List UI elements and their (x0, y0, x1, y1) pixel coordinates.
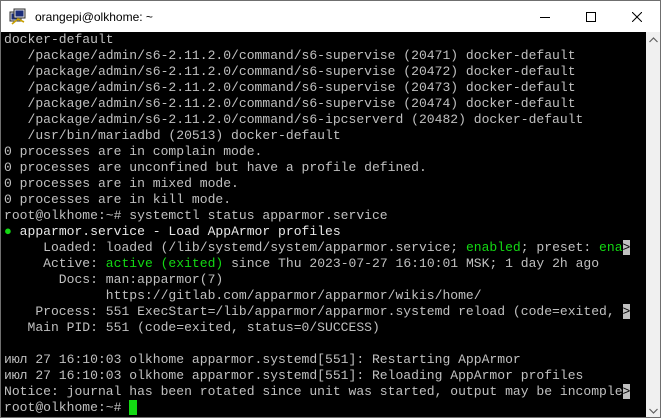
terminal-line: Active: active (exited) since Thu 2023-0… (4, 256, 630, 272)
terminal-text: июл 27 16:10:03 olkhome apparmor.systemd… (4, 368, 584, 383)
terminal-line: /package/admin/s6-2.11.2.0/command/s6-su… (4, 48, 630, 64)
terminal-text: /package/admin/s6-2.11.2.0/command/s6-ip… (4, 112, 584, 127)
terminal-text: 0 processes are unconfined but have a pr… (4, 160, 427, 175)
terminal-line: https://gitlab.com/apparmor/apparmor/wik… (4, 288, 630, 304)
terminal-window: orangepi@olkhome: ~ docker-default /pack… (0, 0, 661, 418)
terminal-text: 0 processes are in mixed mode. (4, 176, 239, 191)
terminal-text: Main PID: 551 (code=exited, status=0/SUC… (4, 320, 380, 335)
terminal-line: root@olkhome:~# (4, 400, 630, 416)
vertical-scrollbar[interactable] (646, 32, 660, 417)
scroll-up-button[interactable] (646, 32, 660, 47)
terminal-text: root@olkhome:~# systemctl status apparmo… (4, 208, 388, 223)
maximize-icon (586, 11, 596, 22)
terminal-text: Notice: journal has been rotated since u… (4, 384, 623, 399)
terminal-line: Docs: man:apparmor(7) (4, 272, 630, 288)
terminal-line: Process: 551 ExecStart=/lib/apparmor/app… (4, 304, 630, 320)
terminal-text: since Thu 2023-07-27 16:10:01 MSK; 1 day… (223, 256, 600, 271)
terminal-text: docker-default (4, 32, 114, 47)
terminal-text: 0 processes are in kill mode. (4, 192, 232, 207)
terminal-line: 0 processes are in complain mode. (4, 144, 630, 160)
terminal-line: Notice: journal has been rotated since u… (4, 384, 630, 400)
terminal-line: 0 processes are unconfined but have a pr… (4, 160, 630, 176)
terminal-text: /package/admin/s6-2.11.2.0/command/s6-su… (4, 64, 576, 79)
terminal-text: apparmor.service - Load AppArmor profile… (11, 224, 341, 239)
close-button[interactable] (614, 1, 660, 32)
terminal-text: Active: (4, 256, 106, 271)
terminal-text: active (exited) (105, 256, 224, 271)
terminal-text: Docs: man:apparmor(7) (4, 272, 224, 287)
terminal-text: Loaded: loaded (/lib/systemd/system/appa… (4, 240, 466, 255)
terminal-line: /package/admin/s6-2.11.2.0/command/s6-su… (4, 80, 630, 96)
terminal-output[interactable]: docker-default /package/admin/s6-2.11.2.… (1, 32, 646, 417)
minimize-button[interactable] (522, 1, 568, 32)
title-bar[interactable]: orangepi@olkhome: ~ (1, 1, 660, 32)
line-truncation-marker: > (622, 240, 631, 255)
terminal-line: июл 27 16:10:03 olkhome apparmor.systemd… (4, 352, 630, 368)
terminal-text: ; preset: (520, 240, 600, 255)
terminal-line: июл 27 16:10:03 olkhome apparmor.systemd… (4, 368, 630, 384)
terminal-line: /package/admin/s6-2.11.2.0/command/s6-su… (4, 96, 630, 112)
terminal-line: root@olkhome:~# systemctl status apparmo… (4, 208, 630, 224)
terminal-text: ● (4, 224, 12, 239)
terminal-line: Main PID: 551 (code=exited, status=0/SUC… (4, 320, 630, 336)
scroll-down-button[interactable] (646, 403, 660, 417)
terminal-text: root@olkhome:~# (4, 400, 130, 415)
line-truncation-marker: > (622, 384, 631, 399)
terminal-lines: docker-default /package/admin/s6-2.11.2.… (4, 32, 630, 416)
terminal-text: enabled (465, 240, 521, 255)
terminal-text: https://gitlab.com/apparmor/apparmor/wik… (4, 288, 482, 303)
line-truncation-marker: > (622, 304, 631, 319)
terminal-line: ● apparmor.service - Load AppArmor profi… (4, 224, 630, 240)
terminal-line: 0 processes are in mixed mode. (4, 176, 630, 192)
window-title: orangepi@olkhome: ~ (35, 9, 153, 24)
minimize-icon (540, 16, 550, 18)
terminal-line: Loaded: loaded (/lib/systemd/system/appa… (4, 240, 630, 256)
scroll-up-icon (649, 36, 658, 42)
terminal-line: docker-default (4, 32, 630, 48)
terminal-cursor (129, 400, 138, 415)
terminal-text: Process: 551 ExecStart=/lib/apparmor/app… (4, 304, 623, 319)
maximize-button[interactable] (568, 1, 614, 32)
terminal-text: /package/admin/s6-2.11.2.0/command/s6-su… (4, 48, 576, 63)
terminal-line: /package/admin/s6-2.11.2.0/command/s6-ip… (4, 112, 630, 128)
window-controls (522, 1, 660, 32)
terminal-line: 0 processes are in kill mode. (4, 192, 630, 208)
terminal-text: июл 27 16:10:03 olkhome apparmor.systemd… (4, 352, 521, 367)
terminal-text: /usr/bin/mariadbd (20513) docker-default (4, 128, 341, 143)
terminal-line: /usr/bin/mariadbd (20513) docker-default (4, 128, 630, 144)
terminal-text: /package/admin/s6-2.11.2.0/command/s6-su… (4, 96, 576, 111)
terminal-text: 0 processes are in complain mode. (4, 144, 263, 159)
scroll-down-icon (649, 408, 658, 414)
terminal-line: /package/admin/s6-2.11.2.0/command/s6-su… (4, 64, 630, 80)
close-icon (632, 11, 642, 22)
terminal-text: /package/admin/s6-2.11.2.0/command/s6-su… (4, 80, 576, 95)
terminal-text: ena (599, 240, 623, 255)
putty-app-icon[interactable] (9, 8, 27, 26)
